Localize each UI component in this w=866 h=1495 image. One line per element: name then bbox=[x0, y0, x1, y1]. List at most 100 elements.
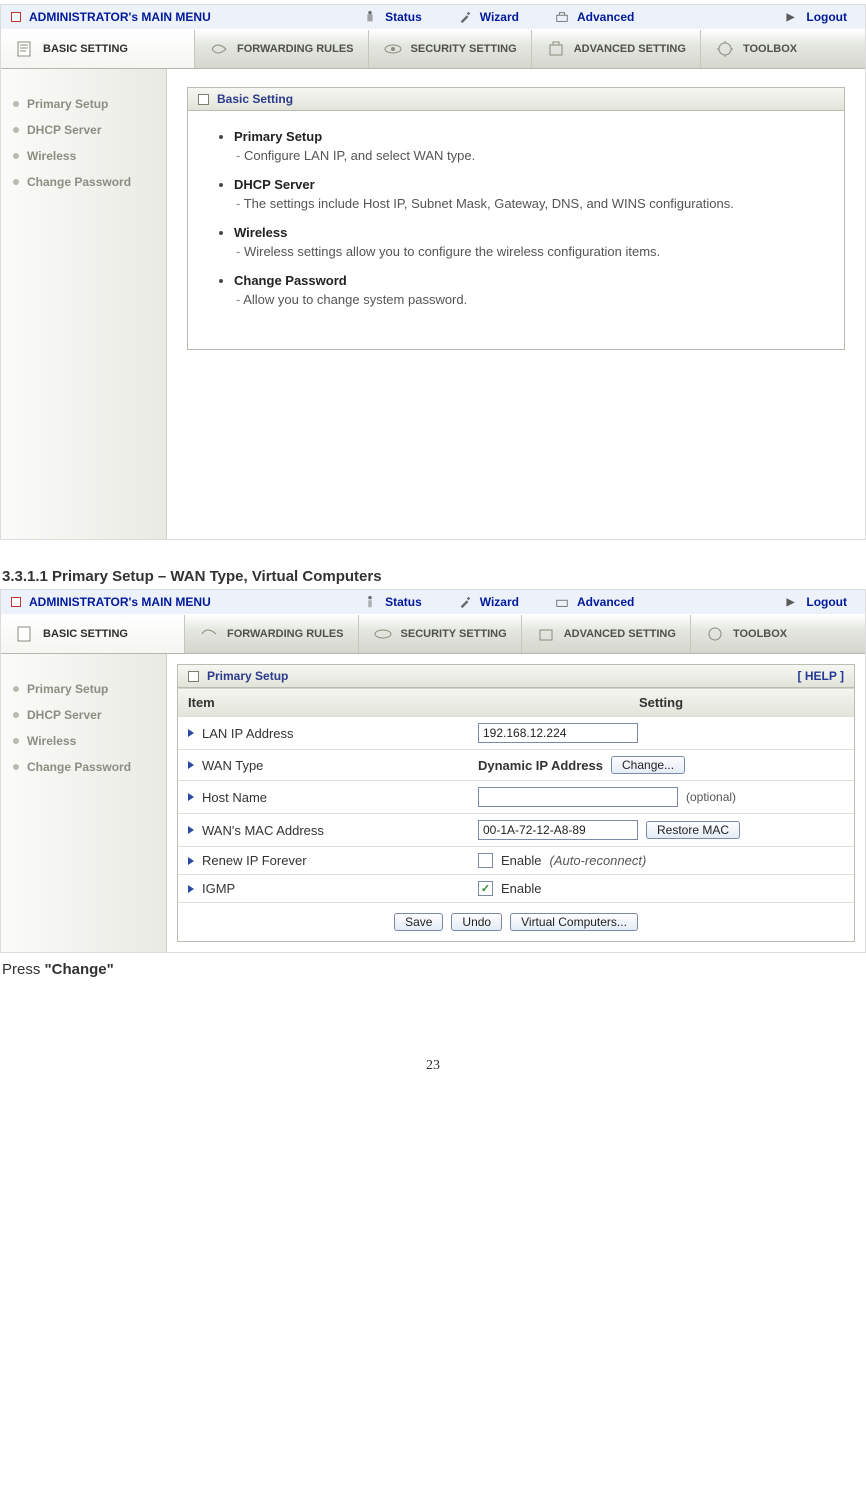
tab-security-setting[interactable]: SECURITY SETTING bbox=[358, 615, 521, 653]
topmenu-advanced[interactable]: Advanced bbox=[537, 595, 652, 609]
topmenu-logout[interactable]: ▶ Logout bbox=[769, 10, 865, 24]
topmenu-advanced[interactable]: Advanced bbox=[537, 10, 652, 24]
topmenu-wizard-label: Wizard bbox=[480, 10, 519, 24]
panel-title: Primary Setup bbox=[207, 669, 288, 683]
tab-bar: BASIC SETTING FORWARDING RULES SECURITY … bbox=[1, 614, 865, 654]
label: Change Password bbox=[27, 760, 131, 774]
change-button[interactable]: Change... bbox=[611, 756, 685, 774]
igmp-checkbox[interactable] bbox=[478, 881, 493, 896]
tab-basic-setting[interactable]: BASIC SETTING bbox=[1, 30, 194, 68]
sidebar-item-wireless[interactable]: Wireless bbox=[1, 728, 166, 754]
list-item: Wireless Wireless settings allow you to c… bbox=[234, 225, 816, 259]
row-igmp: IGMP Enable bbox=[178, 874, 854, 902]
topmenu-wizard[interactable]: Wizard bbox=[440, 595, 537, 609]
item-heading: Primary Setup bbox=[234, 129, 816, 144]
topmenu-status[interactable]: Status bbox=[345, 10, 440, 24]
admin-marker-icon bbox=[11, 12, 21, 22]
tab-toolbox[interactable]: TOOLBOX bbox=[690, 615, 801, 653]
sidebar-item-change-password[interactable]: Change Password bbox=[1, 169, 166, 195]
top-menu-bar: ADMINISTRATOR's MAIN MENU Status Wizard … bbox=[1, 5, 865, 29]
list-item: Change Password Allow you to change syste… bbox=[234, 273, 816, 307]
tab-advanced-setting[interactable]: ADVANCED SETTING bbox=[531, 30, 700, 68]
triangle-icon bbox=[188, 729, 194, 737]
text-bold: "Change" bbox=[45, 961, 114, 978]
label: TOOLBOX bbox=[733, 628, 787, 640]
undo-button[interactable]: Undo bbox=[451, 913, 502, 931]
item-desc: Allow you to change system password. bbox=[236, 292, 816, 307]
save-button[interactable]: Save bbox=[394, 913, 443, 931]
panel-icon bbox=[198, 94, 209, 105]
wan-type-value: Dynamic IP Address bbox=[478, 758, 603, 773]
tab-forwarding-rules[interactable]: FORWARDING RULES bbox=[184, 615, 358, 653]
tab-advanced-setting[interactable]: ADVANCED SETTING bbox=[521, 615, 690, 653]
tab-basic-setting-label: BASIC SETTING bbox=[43, 43, 128, 55]
tab-security-label: SECURITY SETTING bbox=[411, 43, 517, 55]
label: Status bbox=[385, 595, 422, 609]
label: SECURITY SETTING bbox=[401, 628, 507, 640]
row-label: Renew IP Forever bbox=[202, 853, 307, 868]
triangle-icon bbox=[188, 857, 194, 865]
tab-bar: BASIC SETTING FORWARDING RULES SECURITY … bbox=[1, 29, 865, 69]
col-item: Item bbox=[178, 689, 468, 716]
triangle-icon bbox=[188, 885, 194, 893]
security-icon bbox=[383, 39, 403, 59]
topmenu-status-label: Status bbox=[385, 10, 422, 24]
sidebar-item-change-password[interactable]: Change Password bbox=[1, 754, 166, 780]
topmenu-advanced-label: Advanced bbox=[577, 10, 634, 24]
label: BASIC SETTING bbox=[43, 628, 128, 640]
row-label: WAN Type bbox=[202, 758, 263, 773]
topmenu-logout[interactable]: ▶ Logout bbox=[769, 595, 865, 609]
sidebar-item-dhcp-server[interactable]: DHCP Server bbox=[1, 117, 166, 143]
advanced-setting-icon bbox=[536, 624, 556, 644]
sidebar-label: Primary Setup bbox=[27, 97, 108, 111]
row-host-name: Host Name (optional) bbox=[178, 780, 854, 813]
row-label: IGMP bbox=[202, 881, 235, 896]
toolbox-icon bbox=[715, 39, 735, 59]
panel-icon bbox=[188, 671, 199, 682]
topmenu-wizard[interactable]: Wizard bbox=[440, 10, 537, 24]
item-heading: Wireless bbox=[234, 225, 816, 240]
tab-basic-setting[interactable]: BASIC SETTING bbox=[1, 615, 184, 653]
sidebar-item-dhcp-server[interactable]: DHCP Server bbox=[1, 702, 166, 728]
item-desc: Configure LAN IP, and select WAN type. bbox=[236, 148, 816, 163]
sidebar-item-primary-setup[interactable]: Primary Setup bbox=[1, 91, 166, 117]
checkbox-label: Enable bbox=[501, 881, 541, 896]
renew-checkbox[interactable] bbox=[478, 853, 493, 868]
label: DHCP Server bbox=[27, 708, 101, 722]
item-desc: Wireless settings allow you to configure… bbox=[236, 244, 816, 259]
tab-advanced-label: ADVANCED SETTING bbox=[574, 43, 686, 55]
help-link[interactable]: [ HELP ] bbox=[798, 669, 844, 683]
status-icon bbox=[363, 10, 377, 24]
topmenu-logout-label: Logout bbox=[806, 10, 847, 24]
item-heading: DHCP Server bbox=[234, 177, 816, 192]
tab-toolbox[interactable]: TOOLBOX bbox=[700, 30, 811, 68]
chevron-right-icon: ▶ bbox=[787, 597, 795, 608]
basic-setting-icon bbox=[15, 39, 35, 59]
wizard-icon bbox=[458, 595, 472, 609]
press-change-text: Press "Change" bbox=[2, 961, 866, 978]
feature-list: Primary Setup Configure LAN IP, and selec… bbox=[234, 129, 816, 307]
admin-marker-icon bbox=[11, 597, 21, 607]
sidebar-item-wireless[interactable]: Wireless bbox=[1, 143, 166, 169]
restore-mac-button[interactable]: Restore MAC bbox=[646, 821, 740, 839]
toolbox-icon bbox=[705, 624, 725, 644]
item-heading: Change Password bbox=[234, 273, 816, 288]
top-menu-bar: ADMINISTRATOR's MAIN MENU Status Wizard … bbox=[1, 590, 865, 614]
security-icon bbox=[373, 624, 393, 644]
sidebar-item-primary-setup[interactable]: Primary Setup bbox=[1, 676, 166, 702]
label: Logout bbox=[806, 595, 847, 609]
forwarding-icon bbox=[209, 39, 229, 59]
tab-security-setting[interactable]: SECURITY SETTING bbox=[368, 30, 531, 68]
mac-input[interactable] bbox=[478, 820, 638, 840]
host-name-input[interactable] bbox=[478, 787, 678, 807]
tab-forwarding-rules[interactable]: FORWARDING RULES bbox=[194, 30, 368, 68]
lan-ip-input[interactable] bbox=[478, 723, 638, 743]
admin-menu-title: ADMINISTRATOR's MAIN MENU bbox=[1, 10, 229, 24]
forwarding-icon bbox=[199, 624, 219, 644]
list-item: DHCP ServerThe settings include Host IP,… bbox=[234, 177, 816, 211]
virtual-computers-button[interactable]: Virtual Computers... bbox=[510, 913, 638, 931]
panel-header: Basic Setting bbox=[188, 88, 844, 111]
tab-toolbox-label: TOOLBOX bbox=[743, 43, 797, 55]
topmenu-status[interactable]: Status bbox=[345, 595, 440, 609]
basic-setting-panel: Basic Setting Primary Setup Configure LAN… bbox=[187, 87, 845, 350]
